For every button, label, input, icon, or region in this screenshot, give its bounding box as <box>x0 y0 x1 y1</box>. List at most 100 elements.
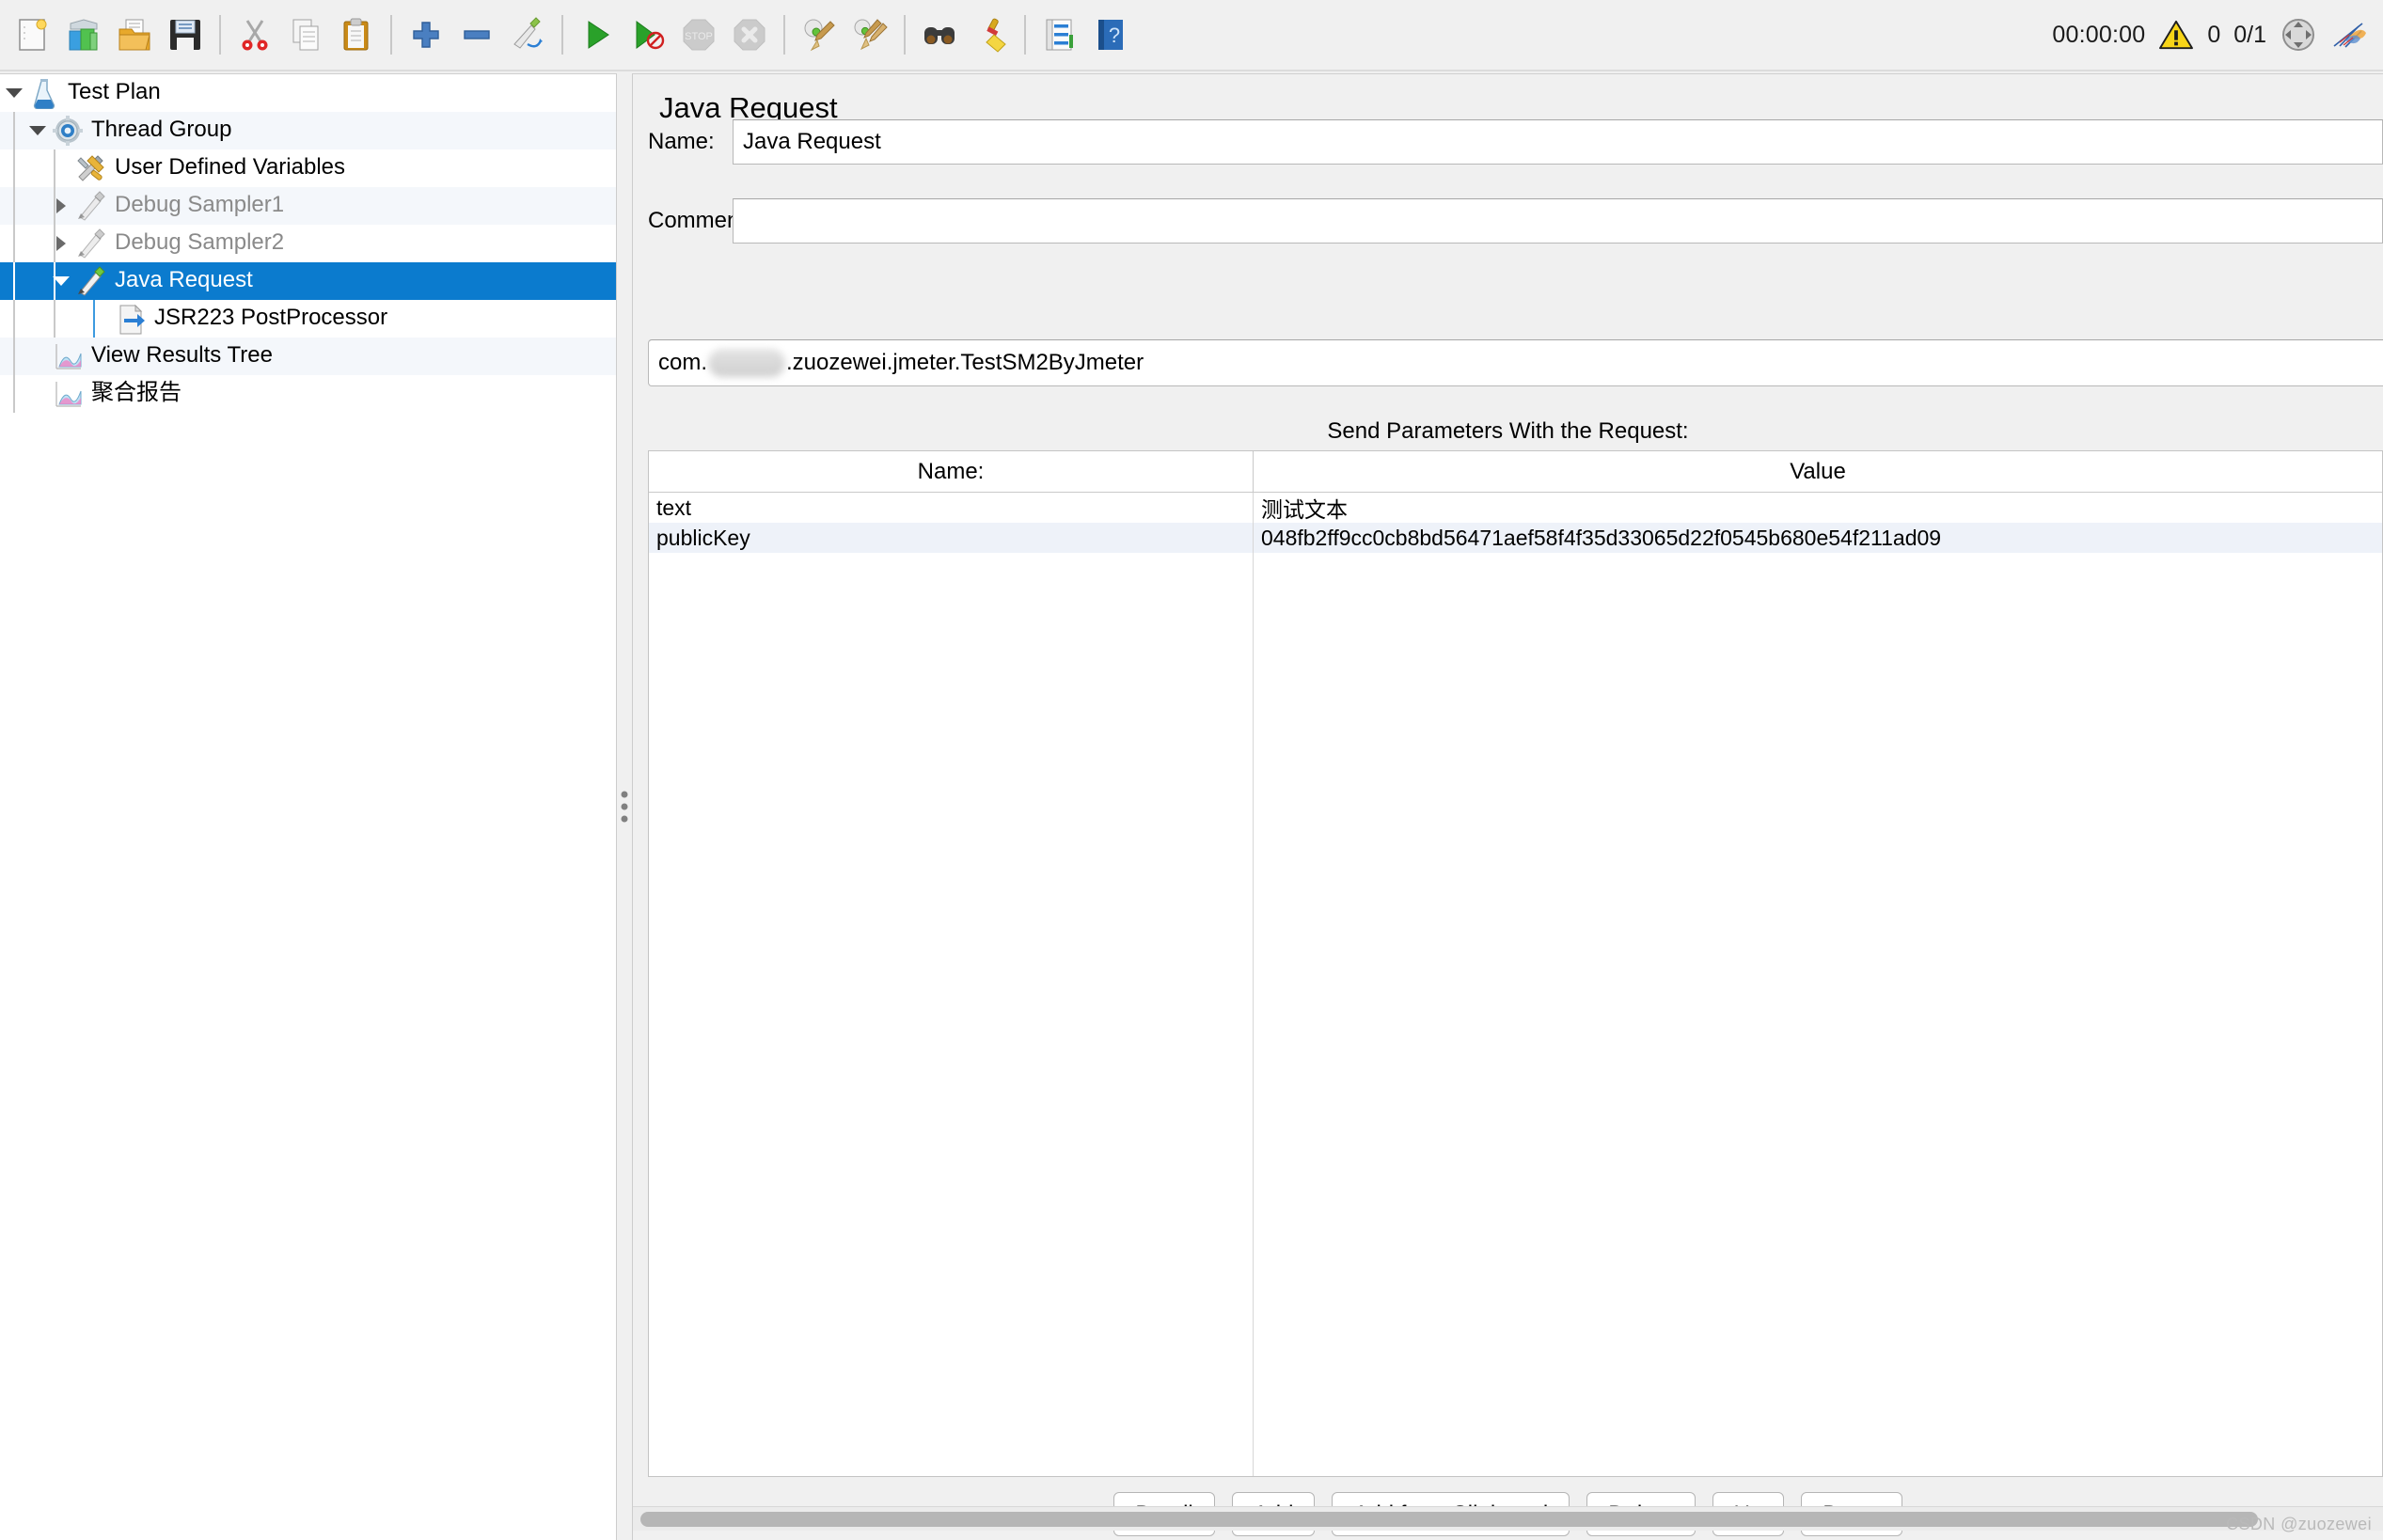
name-input[interactable]: Java Request <box>733 119 2383 165</box>
start-no-pauses-button[interactable] <box>623 9 673 60</box>
tree-toggle[interactable] <box>47 262 75 300</box>
search-icon <box>924 27 955 44</box>
tree-item-label: Debug Sampler2 <box>115 229 285 255</box>
cell-value[interactable]: 048fb2ff9cc0cb8bd56471aef58f4f35d33065d2… <box>1254 523 2382 553</box>
clear-all-icon <box>854 19 888 51</box>
horizontal-scrollbar[interactable] <box>633 1506 2383 1531</box>
tree-item-label: User Defined Variables <box>115 154 346 180</box>
toggle-button[interactable] <box>502 9 553 60</box>
table-row[interactable]: text 测试文本 <box>649 493 2382 523</box>
reset-search-icon <box>986 18 1006 53</box>
splitter-grip-icon <box>621 791 628 823</box>
function-helper-button[interactable] <box>1034 9 1085 60</box>
watermark: CSDN @zuozewei <box>2226 1515 2372 1533</box>
column-header-name[interactable]: Name: <box>649 451 1254 493</box>
clear-all-button[interactable] <box>844 9 895 60</box>
cut-button[interactable] <box>229 9 280 60</box>
thread-counts: 0/1 <box>2233 21 2266 48</box>
new-button[interactable] <box>8 9 58 60</box>
expand-all-icon <box>413 22 439 48</box>
save-icon <box>170 20 200 50</box>
remote-connect-icon[interactable] <box>2280 16 2317 54</box>
column-header-value[interactable]: Value <box>1254 451 2382 493</box>
paste-button[interactable] <box>331 9 382 60</box>
stop-button[interactable]: STOP <box>673 9 724 60</box>
classname-input[interactable]: com. .zuozewei.jmeter.TestSM2ByJmeter <box>648 339 2383 386</box>
toolbar-left-group: STOP ? <box>0 9 1136 60</box>
templates-button[interactable] <box>58 9 109 60</box>
sampler-icon <box>78 266 105 296</box>
expand-all-button[interactable] <box>401 9 451 60</box>
name-row: Name: Java Request <box>648 119 2383 165</box>
tree-toggle[interactable] <box>47 225 75 262</box>
svg-text:STOP: STOP <box>685 31 713 42</box>
tree-toggle[interactable] <box>0 74 28 112</box>
name-label: Name: <box>648 129 715 154</box>
toolbar-separator <box>561 15 563 55</box>
jmeter-feather-icon <box>2333 23 2366 48</box>
clear-button[interactable] <box>794 9 844 60</box>
selection-bar <box>0 262 8 300</box>
tree-item-label: Debug Sampler1 <box>115 192 285 217</box>
test-plan-icon <box>33 79 55 109</box>
svg-text:?: ? <box>1109 24 1120 47</box>
open-icon <box>118 19 150 51</box>
table-header-row: Name: Value <box>649 451 2382 493</box>
open-button[interactable] <box>109 9 160 60</box>
tree-item-label: 聚合报告 <box>91 380 181 405</box>
tree-item-thread-group[interactable]: Thread Group <box>0 112 616 149</box>
search-button[interactable] <box>914 9 965 60</box>
tree-item-jsr223-postprocessor[interactable]: JSR223 PostProcessor <box>0 300 616 338</box>
tree-item-user-defined-variables[interactable]: User Defined Variables <box>0 149 616 187</box>
shutdown-button[interactable] <box>724 9 775 60</box>
user-variables-icon <box>77 155 104 181</box>
new-icon <box>19 19 47 51</box>
tree-item-java-request[interactable]: Java Request <box>0 262 616 300</box>
tree-item-aggregate-report[interactable]: 聚合报告 <box>0 375 616 413</box>
java-request-editor: Java Request Name: Java Request Comments… <box>633 73 2383 1540</box>
listener-icon <box>55 344 82 369</box>
shutdown-icon <box>734 19 765 51</box>
tree-item-label: Test Plan <box>68 79 161 104</box>
reset-search-button[interactable] <box>965 9 1016 60</box>
table-empty-value-column <box>1254 553 2382 1476</box>
tree-toggle[interactable] <box>47 187 75 225</box>
toolbar-separator <box>219 15 221 55</box>
cell-value[interactable]: 测试文本 <box>1254 493 2382 523</box>
copy-button[interactable] <box>280 9 331 60</box>
comments-input[interactable] <box>733 198 2383 244</box>
test-plan-tree[interactable]: Test Plan Thread Group User Defined Vari… <box>0 73 616 1540</box>
start-no-pauses-icon <box>636 21 665 50</box>
classname-prefix: com. <box>658 350 708 375</box>
start-button[interactable] <box>572 9 623 60</box>
classname-suffix: .zuozewei.jmeter.TestSM2ByJmeter <box>786 350 1144 375</box>
save-button[interactable] <box>160 9 211 60</box>
tree-item-label: View Results Tree <box>91 342 273 368</box>
sampler-icon <box>78 191 105 221</box>
tree-item-label: JSR223 PostProcessor <box>154 305 388 330</box>
tree-item-debug-sampler2[interactable]: Debug Sampler2 <box>0 225 616 262</box>
tree-item-test-plan[interactable]: Test Plan <box>0 74 616 112</box>
redacted-segment <box>708 349 786 377</box>
parameters-table[interactable]: Name: Value text 测试文本 publicKey 048fb2ff… <box>648 450 2383 1477</box>
table-row[interactable]: publicKey 048fb2ff9cc0cb8bd56471aef58f4f… <box>649 523 2382 553</box>
comments-row: Comments: <box>648 198 2383 244</box>
clear-icon <box>804 19 835 52</box>
pane-splitter[interactable] <box>616 73 633 1540</box>
help-icon: ? <box>1098 20 1123 50</box>
elapsed-time: 00:00:00 <box>2052 21 2146 48</box>
cut-icon <box>242 20 268 51</box>
collapse-all-icon <box>464 30 490 39</box>
cell-name[interactable]: text <box>649 493 1254 523</box>
scrollbar-thumb[interactable] <box>640 1512 2258 1527</box>
tree-item-label: Thread Group <box>91 117 232 142</box>
listener-icon <box>55 382 82 407</box>
tree-item-view-results-tree[interactable]: View Results Tree <box>0 338 616 375</box>
help-button[interactable]: ? <box>1085 9 1136 60</box>
send-parameters-label: Send Parameters With the Request: <box>1327 418 1689 444</box>
cell-name[interactable]: publicKey <box>649 523 1254 553</box>
tree-toggle[interactable] <box>24 112 52 149</box>
comments-label: Comments: <box>648 208 764 233</box>
collapse-all-button[interactable] <box>451 9 502 60</box>
tree-item-debug-sampler1[interactable]: Debug Sampler1 <box>0 187 616 225</box>
